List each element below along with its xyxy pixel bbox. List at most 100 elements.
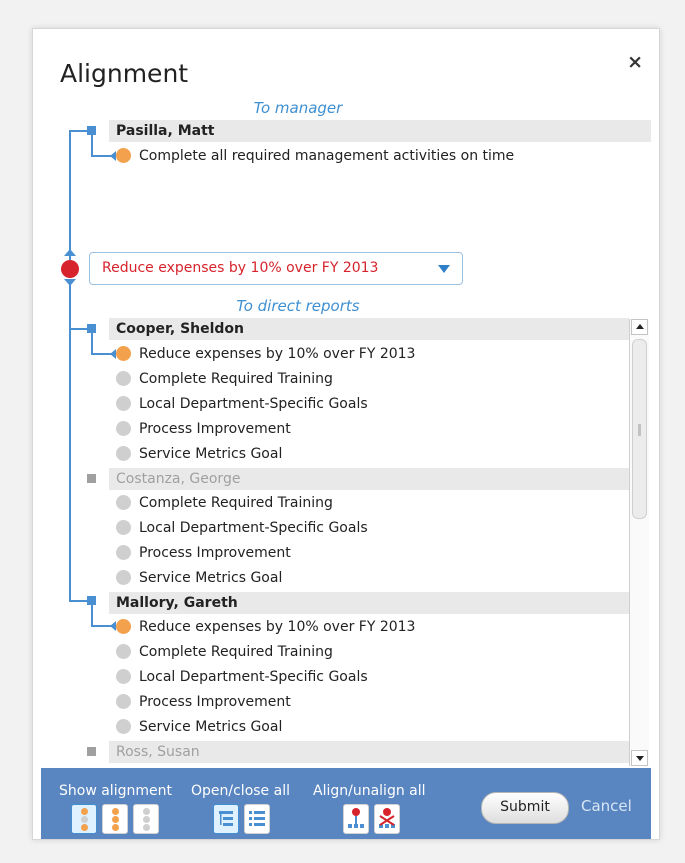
report-name: Costanza, George xyxy=(116,471,241,487)
manager-goal[interactable]: Complete all required management activit… xyxy=(109,146,639,166)
tree-line-reports xyxy=(69,285,71,601)
report-node-icon xyxy=(87,747,96,756)
alignment-dialog: Alignment × To manager Pasilla, Matt Com… xyxy=(32,28,660,840)
unaligned-dot-icon xyxy=(116,694,131,709)
goal-item[interactable]: Process Improvement xyxy=(109,543,639,563)
goal-label: Complete Required Training xyxy=(139,495,333,511)
scrollbar-thumb[interactable] xyxy=(632,339,647,519)
cancel-button[interactable]: Cancel xyxy=(581,797,632,815)
manager-node-icon xyxy=(87,126,96,135)
unaligned-dot-icon xyxy=(116,396,131,411)
goal-item[interactable]: Complete Required Training xyxy=(109,642,639,662)
report-name: Cooper, Sheldon xyxy=(116,321,245,337)
unaligned-dot-icon xyxy=(116,719,131,734)
goal-label: Process Improvement xyxy=(139,694,291,710)
tree-branch-report xyxy=(69,328,89,330)
chevron-down-icon xyxy=(438,265,450,273)
goal-label: Process Improvement xyxy=(139,421,291,437)
goal-label: Service Metrics Goal xyxy=(139,570,283,586)
grip-icon xyxy=(638,424,641,436)
goal-item[interactable]: Local Department-Specific Goals xyxy=(109,394,639,414)
report-row[interactable]: Cooper, Sheldon xyxy=(109,318,629,340)
goal-item[interactable]: Process Improvement xyxy=(109,692,639,712)
tree-line-report-goal xyxy=(91,333,93,355)
align-unalign-label: Align/unalign all xyxy=(313,783,426,799)
goal-item[interactable]: Service Metrics Goal xyxy=(109,568,639,588)
aligned-dot-icon xyxy=(81,824,88,831)
dialog-footer: Show alignment Open/close all Align/unal… xyxy=(41,768,651,839)
goal-label: Reduce expenses by 10% over FY 2013 xyxy=(139,346,416,362)
unaligned-dot-icon xyxy=(143,824,150,831)
unaligned-dot-icon xyxy=(116,669,131,684)
aligned-dot-icon xyxy=(116,346,131,361)
show-aligned-button[interactable] xyxy=(71,804,97,834)
goal-item[interactable]: Service Metrics Goal xyxy=(109,717,639,737)
align-all-button[interactable] xyxy=(343,804,369,834)
goal-item[interactable]: Complete Required Training xyxy=(109,369,639,389)
report-row[interactable]: Costanza, George xyxy=(109,468,629,490)
goal-label: Complete Required Training xyxy=(139,644,333,660)
unalign-all-button[interactable] xyxy=(374,804,400,834)
open-close-label: Open/close all xyxy=(191,783,290,799)
align-all-icon xyxy=(348,808,364,828)
tree-expand-icon xyxy=(219,811,233,826)
show-all-button[interactable] xyxy=(102,804,128,834)
goal-select-value: Reduce expenses by 10% over FY 2013 xyxy=(102,260,379,276)
aligned-dot-icon xyxy=(112,816,119,823)
report-row[interactable]: Ross, Susan xyxy=(109,741,629,763)
goal-item[interactable]: Reduce expenses by 10% over FY 2013 xyxy=(109,617,639,637)
tree-line-manager xyxy=(69,130,71,260)
goal-label: Complete Required Training xyxy=(139,371,333,387)
tree-line-report-goal xyxy=(91,605,93,627)
scroll-up-button[interactable] xyxy=(631,319,648,335)
show-unaligned-button[interactable] xyxy=(133,804,159,834)
manager-name: Pasilla, Matt xyxy=(116,123,215,139)
unalign-all-icon xyxy=(379,808,395,828)
unaligned-dot-icon xyxy=(116,371,131,386)
goal-item[interactable]: Process Improvement xyxy=(109,419,639,439)
collapse-all-button[interactable] xyxy=(244,804,270,834)
report-row[interactable]: Mallory, Gareth xyxy=(109,592,629,614)
aligned-dot-icon xyxy=(116,619,131,634)
goal-item[interactable]: Local Department-Specific Goals xyxy=(109,667,639,687)
tree-line-manager-goal xyxy=(91,135,93,157)
aligned-dot-icon xyxy=(112,808,119,815)
selected-goal-dot-icon xyxy=(61,260,79,278)
expand-all-button[interactable] xyxy=(213,804,239,834)
goal-item[interactable]: Service Metrics Goal xyxy=(109,444,639,464)
tree-branch-report-goal xyxy=(91,353,111,355)
goal-label: Service Metrics Goal xyxy=(139,446,283,462)
report-name: Mallory, Gareth xyxy=(116,595,238,611)
report-node-icon xyxy=(87,474,96,483)
goal-select[interactable]: Reduce expenses by 10% over FY 2013 xyxy=(89,252,463,285)
unaligned-dot-icon xyxy=(143,816,150,823)
scrollbar[interactable] xyxy=(629,319,649,766)
submit-button[interactable]: Submit xyxy=(481,792,569,824)
goal-item[interactable]: Reduce expenses by 10% over FY 2013 xyxy=(109,344,639,364)
tree-branch-manager xyxy=(69,130,89,132)
arrow-up-icon xyxy=(64,249,76,256)
unaligned-dot-icon xyxy=(116,570,131,585)
goal-item[interactable]: Local Department-Specific Goals xyxy=(109,518,639,538)
unaligned-dot-icon xyxy=(116,545,131,560)
scroll-down-button[interactable] xyxy=(631,750,648,766)
to-manager-label: To manager xyxy=(253,99,343,117)
unaligned-dot-icon xyxy=(81,816,88,823)
close-icon[interactable]: × xyxy=(627,51,643,73)
dialog-title: Alignment xyxy=(60,59,189,88)
aligned-dot-icon xyxy=(112,824,119,831)
list-icon xyxy=(249,811,265,826)
tree-branch-report-goal xyxy=(91,625,111,627)
goal-item[interactable]: Complete Required Training xyxy=(109,493,639,513)
report-name: Ross, Susan xyxy=(116,744,200,760)
unaligned-dot-icon xyxy=(116,421,131,436)
manager-row[interactable]: Pasilla, Matt xyxy=(109,120,651,142)
goal-label: Local Department-Specific Goals xyxy=(139,520,368,536)
to-direct-reports-label: To direct reports xyxy=(236,297,360,315)
goal-label: Local Department-Specific Goals xyxy=(139,396,368,412)
goal-label: Local Department-Specific Goals xyxy=(139,669,368,685)
unaligned-dot-icon xyxy=(116,520,131,535)
show-alignment-label: Show alignment xyxy=(59,783,172,799)
tree-branch-report xyxy=(69,600,89,602)
aligned-dot-icon xyxy=(81,808,88,815)
